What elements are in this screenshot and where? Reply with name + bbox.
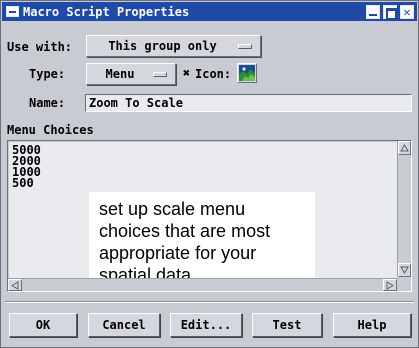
title-bar[interactable]: Macro Script Properties ✕ [2,2,417,21]
list-item: 1000 [12,165,41,179]
use-with-value: This group only [108,39,217,53]
name-label: Name: [29,96,66,110]
divider [5,301,414,303]
scroll-up-arrow-icon[interactable] [398,141,411,155]
cancel-button[interactable]: Cancel [88,313,160,337]
list-item: 500 [12,176,34,190]
icon-checkbox[interactable]: ✖ [181,67,192,79]
option-menu-indicator-icon [238,43,252,49]
type-label: Type: [29,67,66,81]
icon-picker-button[interactable] [237,63,257,83]
use-with-select[interactable]: This group only [86,35,261,57]
window-title: Macro Script Properties [23,4,190,19]
help-button[interactable]: Help [333,313,411,337]
option-menu-indicator-icon [153,71,167,77]
scroll-right-arrow-icon[interactable] [383,279,397,291]
annotation-callout: set up scale menu choices that are most … [89,192,315,292]
scroll-down-arrow-icon[interactable] [398,263,411,277]
horizontal-scrollbar[interactable] [8,278,397,291]
type-select[interactable]: Menu [86,63,176,85]
name-field[interactable]: Zoom To Scale [85,94,412,112]
menu-choices-editor[interactable]: 5000 2000 1000 500 set up scale menu cho… [7,140,412,292]
icon-label: Icon: [195,67,232,81]
scroll-left-arrow-icon[interactable] [8,279,22,291]
type-value: Menu [105,67,135,81]
ok-button[interactable]: OK [9,313,77,337]
scrollbar-corner [397,278,411,291]
list-item: 5000 [12,143,41,157]
use-with-label: Use with: [7,40,73,54]
close-icon[interactable]: ✕ [400,4,414,19]
menu-choices-label: Menu Choices [7,123,94,137]
map-icon [239,65,255,81]
maximize-icon[interactable] [383,4,397,20]
edit-button[interactable]: Edit... [170,313,242,337]
macro-script-properties-dialog: Macro Script Properties ✕ Use with: This… [0,0,419,348]
vertical-scrollbar[interactable] [397,141,411,277]
window-menu-icon[interactable] [6,6,19,17]
minimize-icon[interactable] [366,4,380,19]
menu-choices-text-area[interactable]: 5000 2000 1000 500 set up scale menu cho… [9,142,397,292]
list-item: 2000 [12,154,41,168]
test-button[interactable]: Test [252,313,322,337]
